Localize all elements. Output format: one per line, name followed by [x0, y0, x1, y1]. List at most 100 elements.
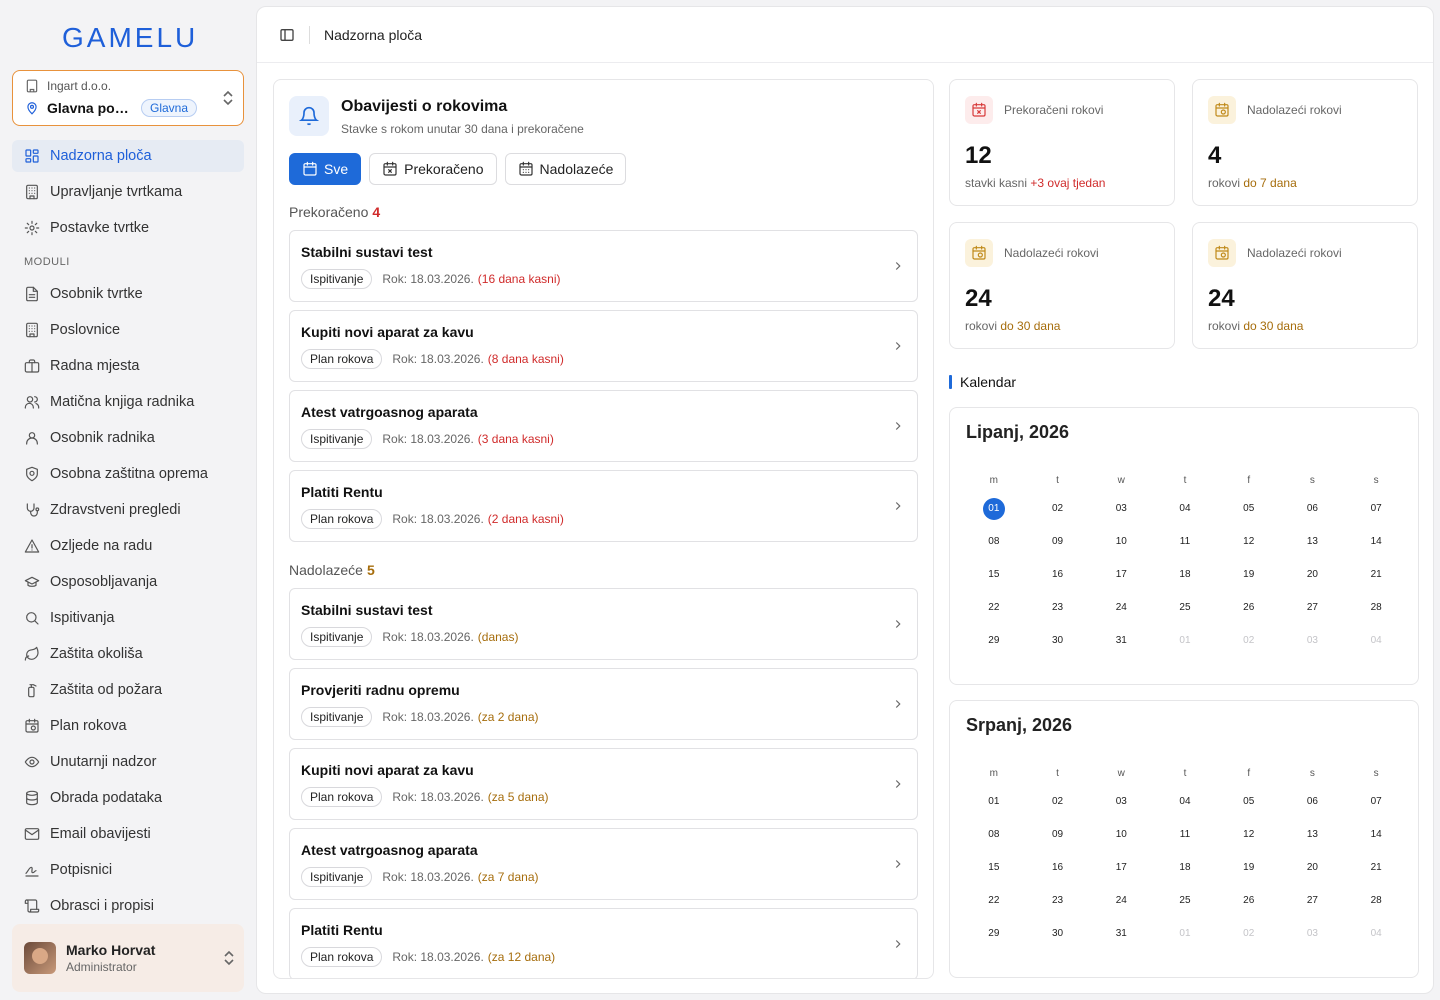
module-item-9[interactable]: Ispitivanja — [12, 602, 244, 634]
calendar-day[interactable]: 25 — [1153, 591, 1217, 624]
deadline-item[interactable]: Atest vatrgoasnog aparata Ispitivanje Ro… — [289, 390, 918, 462]
calendar-day-next-month[interactable]: 01 — [1153, 917, 1217, 950]
sidebar-toggle-icon[interactable] — [279, 27, 295, 43]
calendar-day[interactable]: 24 — [1089, 884, 1153, 917]
calendar-day[interactable]: 17 — [1089, 851, 1153, 884]
calendar-day[interactable]: 09 — [1026, 525, 1090, 558]
calendar-day[interactable]: 14 — [1344, 818, 1408, 851]
calendar-day[interactable]: 07 — [1344, 492, 1408, 525]
deadline-item[interactable]: Stabilni sustavi test Ispitivanje Rok: 1… — [289, 588, 918, 660]
calendar-day[interactable]: 24 — [1089, 591, 1153, 624]
calendar-day[interactable]: 19 — [1217, 558, 1281, 591]
calendar-day[interactable]: 05 — [1217, 492, 1281, 525]
stat-card[interactable]: Nadolazeći rokovi 24 rokovi do 30 dana — [949, 222, 1175, 349]
deadline-item[interactable]: Platiti Rentu Plan rokova Rok: 18.03.202… — [289, 470, 918, 542]
calendar-day[interactable]: 02 — [1026, 785, 1090, 818]
calendar-day[interactable]: 18 — [1153, 851, 1217, 884]
calendar-day[interactable]: 30 — [1026, 624, 1090, 657]
calendar-day[interactable]: 08 — [962, 525, 1026, 558]
deadline-item[interactable]: Provjeriti radnu opremu Ispitivanje Rok:… — [289, 668, 918, 740]
module-item-17[interactable]: Obrasci i propisi — [12, 890, 244, 922]
calendar-day[interactable]: 05 — [1217, 785, 1281, 818]
calendar-day[interactable]: 10 — [1089, 525, 1153, 558]
calendar-day[interactable]: 06 — [1281, 785, 1345, 818]
calendar-day[interactable]: 22 — [962, 884, 1026, 917]
module-item-11[interactable]: Zaštita od požara — [12, 674, 244, 706]
module-item-6[interactable]: Zdravstveni pregledi — [12, 494, 244, 526]
calendar-day-next-month[interactable]: 04 — [1344, 917, 1408, 950]
calendar-day[interactable]: 23 — [1026, 884, 1090, 917]
deadline-item[interactable]: Kupiti novi aparat za kavu Plan rokova R… — [289, 310, 918, 382]
calendar-day[interactable]: 26 — [1217, 884, 1281, 917]
calendar-day[interactable]: 12 — [1217, 818, 1281, 851]
module-item-0[interactable]: Osobnik tvrtke — [12, 278, 244, 310]
module-item-10[interactable]: Zaštita okoliša — [12, 638, 244, 670]
nav-item-1[interactable]: Upravljanje tvrtkama — [12, 176, 244, 208]
calendar-day[interactable]: 15 — [962, 558, 1026, 591]
filter-2[interactable]: Nadolazeće — [504, 153, 627, 185]
calendar-day-next-month[interactable]: 04 — [1344, 624, 1408, 657]
calendar-day[interactable]: 16 — [1026, 558, 1090, 591]
deadline-item[interactable]: Kupiti novi aparat za kavu Plan rokova R… — [289, 748, 918, 820]
calendar-day[interactable]: 01 — [962, 785, 1026, 818]
calendar-day-next-month[interactable]: 03 — [1281, 624, 1345, 657]
calendar-day[interactable]: 20 — [1281, 558, 1345, 591]
module-item-8[interactable]: Osposobljavanja — [12, 566, 244, 598]
nav-item-2[interactable]: Postavke tvrtke — [12, 212, 244, 244]
calendar-day[interactable]: 13 — [1281, 525, 1345, 558]
calendar-day[interactable]: 10 — [1089, 818, 1153, 851]
calendar-day-next-month[interactable]: 02 — [1217, 917, 1281, 950]
calendar-day[interactable]: 25 — [1153, 884, 1217, 917]
calendar-day[interactable]: 19 — [1217, 851, 1281, 884]
calendar-day[interactable]: 22 — [962, 591, 1026, 624]
module-item-3[interactable]: Matična knjiga radnika — [12, 386, 244, 418]
calendar-day[interactable]: 31 — [1089, 917, 1153, 950]
calendar-day[interactable]: 14 — [1344, 525, 1408, 558]
module-item-5[interactable]: Osobna zaštitna oprema — [12, 458, 244, 490]
filter-1[interactable]: Prekoračeno — [369, 153, 497, 185]
calendar-day-next-month[interactable]: 03 — [1281, 917, 1345, 950]
calendar-day[interactable]: 18 — [1153, 558, 1217, 591]
calendar-day[interactable]: 06 — [1281, 492, 1345, 525]
calendar-day[interactable]: 29 — [962, 624, 1026, 657]
calendar-day[interactable]: 04 — [1153, 492, 1217, 525]
calendar-day[interactable]: 03 — [1089, 492, 1153, 525]
deadline-item[interactable]: Platiti Rentu Plan rokova Rok: 18.03.202… — [289, 908, 918, 978]
calendar-day-today[interactable]: 01 — [962, 492, 1026, 525]
module-item-16[interactable]: Potpisnici — [12, 854, 244, 886]
deadline-item[interactable]: Atest vatrgoasnog aparata Ispitivanje Ro… — [289, 828, 918, 900]
stat-card[interactable]: Prekoračeni rokovi 12 stavki kasni +3 ov… — [949, 79, 1175, 206]
deadline-item[interactable]: Stabilni sustavi test Ispitivanje Rok: 1… — [289, 230, 918, 302]
module-item-13[interactable]: Unutarnji nadzor — [12, 746, 244, 778]
user-menu[interactable]: Marko Horvat Administrator — [12, 924, 244, 992]
company-switcher[interactable]: Ingart d.o.o. Glavna posl... Glavna — [12, 70, 244, 126]
calendar-day[interactable]: 20 — [1281, 851, 1345, 884]
calendar-day[interactable]: 08 — [962, 818, 1026, 851]
calendar-day[interactable]: 17 — [1089, 558, 1153, 591]
module-item-1[interactable]: Poslovnice — [12, 314, 244, 346]
calendar-day[interactable]: 09 — [1026, 818, 1090, 851]
calendar-day[interactable]: 31 — [1089, 624, 1153, 657]
calendar-day[interactable]: 23 — [1026, 591, 1090, 624]
calendar-day[interactable]: 07 — [1344, 785, 1408, 818]
module-item-12[interactable]: Plan rokova — [12, 710, 244, 742]
module-item-4[interactable]: Osobnik radnika — [12, 422, 244, 454]
calendar-day[interactable]: 27 — [1281, 884, 1345, 917]
calendar-day[interactable]: 30 — [1026, 917, 1090, 950]
calendar-day[interactable]: 11 — [1153, 525, 1217, 558]
calendar-day[interactable]: 11 — [1153, 818, 1217, 851]
calendar-day-next-month[interactable]: 01 — [1153, 624, 1217, 657]
filter-0[interactable]: Sve — [289, 153, 362, 185]
calendar-day[interactable]: 27 — [1281, 591, 1345, 624]
brand-logo[interactable]: GAMELU — [56, 22, 196, 54]
module-item-14[interactable]: Obrada podataka — [12, 782, 244, 814]
calendar-day[interactable]: 03 — [1089, 785, 1153, 818]
calendar-day[interactable]: 02 — [1026, 492, 1090, 525]
nav-item-0[interactable]: Nadzorna ploča — [12, 140, 244, 172]
calendar-day[interactable]: 04 — [1153, 785, 1217, 818]
module-item-7[interactable]: Ozljede na radu — [12, 530, 244, 562]
calendar-day[interactable]: 16 — [1026, 851, 1090, 884]
module-item-15[interactable]: Email obavijesti — [12, 818, 244, 850]
calendar-day[interactable]: 15 — [962, 851, 1026, 884]
stat-card[interactable]: Nadolazeći rokovi 4 rokovi do 7 dana — [1192, 79, 1418, 206]
